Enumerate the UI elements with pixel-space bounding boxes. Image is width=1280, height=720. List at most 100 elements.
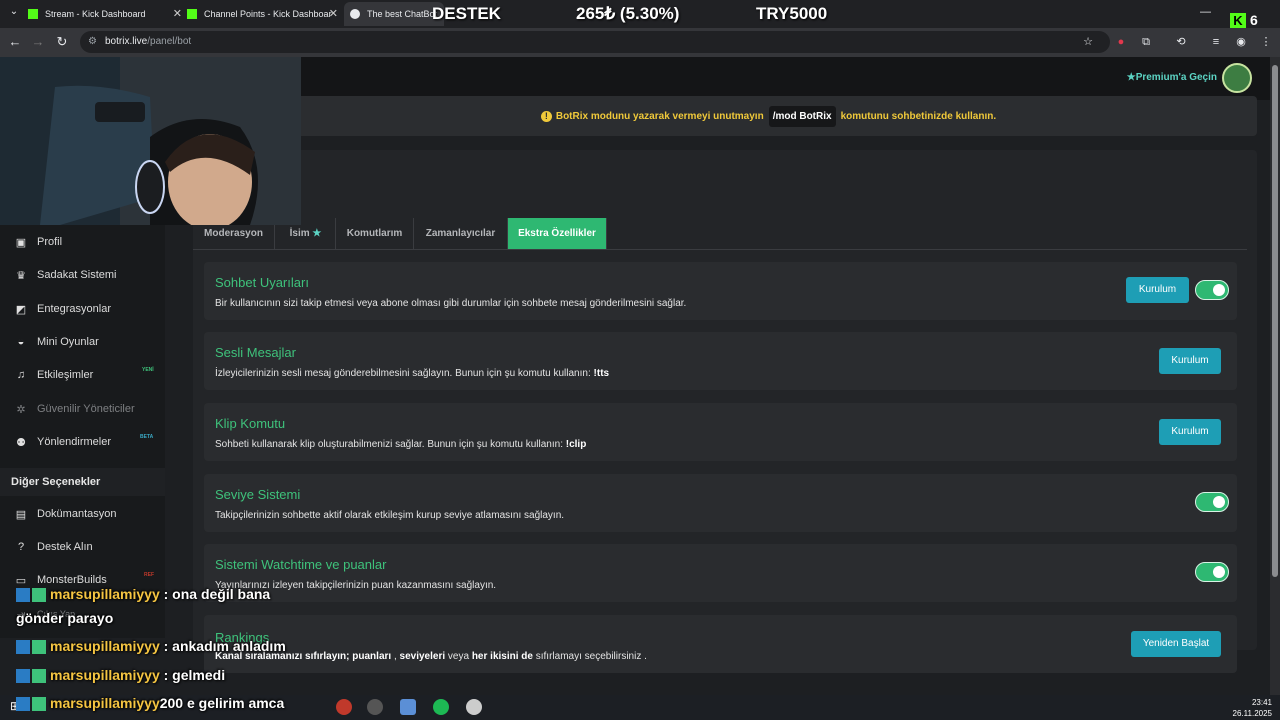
seviye-sistemi-toggle[interactable]	[1195, 492, 1229, 512]
app-ghost-icon[interactable]	[466, 699, 482, 715]
premium-link[interactable]: ★Premium'a Geçin	[1127, 72, 1217, 83]
address-bar: ← → ↻ ⚙ botrix.live/panel/bot ☆ ● ⧉ ⟲ ≡ ◉…	[0, 28, 1280, 57]
chat-text: : ona değil bana	[163, 586, 271, 602]
card-description: Takipçilerinizin sohbette aktif olarak e…	[215, 510, 565, 521]
sidebar-item-label: Dokümantasyon	[37, 508, 117, 520]
toggle-knob	[1213, 566, 1225, 578]
star-icon: ★	[312, 228, 322, 239]
setup-button[interactable]: Kurulum	[1159, 419, 1221, 445]
chat-text: : ankadım anladım	[163, 638, 286, 654]
history-icon[interactable]: ⟲	[1173, 34, 1189, 50]
extensions-puzzle-icon[interactable]: ⧉	[1138, 34, 1154, 50]
page-scrollbar[interactable]	[1270, 57, 1280, 695]
sub-badge-icon	[32, 588, 46, 603]
channel-badge-icon	[16, 640, 30, 655]
donation-banner-goal: TRY5000	[756, 4, 828, 23]
sub-badge-icon	[32, 697, 46, 712]
menu-dots-icon[interactable]: ⋮	[1258, 34, 1274, 50]
kick-favicon-icon	[187, 9, 197, 19]
extension-red-icon[interactable]: ●	[1113, 34, 1129, 50]
id-card-icon: ▣	[15, 236, 27, 249]
card-description-text: İzleyicilerinizin sesli mesaj gönderebil…	[215, 368, 591, 379]
sidebar-item-sadakat[interactable]: ♛ Sadakat Sistemi	[14, 265, 116, 285]
card-title: Sistemi Watchtime ve puanlar	[215, 557, 387, 572]
browser-tab-botrix[interactable]: The best ChatBot	[344, 2, 444, 26]
sidebar-item-entegrasyonlar[interactable]: ◩ Entegrasyonlar	[14, 299, 111, 319]
watchtime-toggle[interactable]	[1195, 562, 1229, 582]
toggle-knob	[1213, 496, 1225, 508]
scrollbar-thumb[interactable]	[1272, 65, 1278, 577]
new-badge: YENİ	[142, 367, 154, 373]
back-arrow-icon[interactable]: ←	[6, 33, 24, 51]
channel-badge-icon	[16, 588, 30, 603]
chat-message-continued: gönder parayo	[16, 610, 114, 626]
browser-tab-channel-points[interactable]: Channel Points - Kick Dashboar ✕	[187, 2, 344, 26]
sidebar-item-destek[interactable]: ? Destek Alın	[14, 537, 93, 557]
browser-tab-stream[interactable]: Stream - Kick Dashboard ✕	[28, 2, 188, 26]
url-path: /panel/bot	[147, 36, 192, 47]
tab-komutlarim[interactable]: Komutlarım	[336, 218, 414, 250]
close-icon[interactable]: ✕	[173, 7, 182, 20]
chat-message: marsupillamiyyy : ankadım anladım	[16, 638, 286, 655]
kick-logo-icon: K	[1230, 13, 1246, 29]
tab-search-chevron-icon[interactable]: ⌄	[6, 6, 22, 22]
app-obs-icon[interactable]	[367, 699, 383, 715]
notice-command: /mod BotRix	[768, 105, 836, 127]
site-info-icon[interactable]: ⚙	[88, 31, 97, 53]
close-icon[interactable]: ✕	[329, 7, 338, 20]
warning-icon: !	[540, 110, 552, 122]
sidebar-item-label: Sadakat Sistemi	[37, 269, 117, 281]
avatar[interactable]	[1222, 63, 1252, 93]
chat-username: marsupillamiyyy	[50, 667, 160, 683]
beta-badge: BETA	[140, 434, 154, 440]
card-sohbet-uyarilari: Sohbet Uyarıları Bir kullanıcının sizi t…	[204, 262, 1237, 320]
sidebar-item-etkilesimler[interactable]: ♫ Etkileşimler	[14, 365, 93, 385]
sidebar-item-mini-oyunlar[interactable]: ◒ Mini Oyunlar	[14, 332, 99, 352]
sidebar-item-label: Etkileşimler	[37, 369, 94, 381]
rankings-text-e: veya	[447, 651, 470, 662]
reading-list-icon[interactable]: ≡	[1208, 34, 1224, 50]
card-title: Sesli Mesajlar	[215, 345, 296, 360]
tab-ekstra-ozellikler[interactable]: Ekstra Özellikler	[508, 218, 607, 250]
minimize-icon[interactable]: —	[1200, 6, 1211, 18]
chat-message: marsupillamiyyy : gelmedi	[16, 667, 225, 684]
music-note-icon: ♫	[16, 369, 26, 381]
sidebar-item-label: Güvenilir Yöneticiler	[37, 403, 135, 415]
spotify-icon[interactable]	[433, 699, 449, 715]
tab-title: Channel Points - Kick Dashboar	[204, 9, 332, 19]
setup-button[interactable]: Kurulum	[1126, 277, 1189, 303]
system-clock: 23:41 26.11.2025	[1233, 697, 1272, 719]
app-notes-icon[interactable]	[400, 699, 416, 715]
chat-message: marsupillamiyyy200 e gelirim amca	[16, 695, 284, 712]
plugin-icon: ◩	[15, 303, 27, 316]
url-host: botrix.live	[105, 36, 148, 47]
sidebar-item-guvenilir[interactable]: ✲ Güvenilir Yöneticiler	[14, 399, 135, 419]
tab-divider	[193, 249, 1247, 250]
setup-button[interactable]: Kurulum	[1159, 348, 1221, 374]
card-seviye-sistemi: Seviye Sistemi Takipçilerinizin sohbette…	[204, 474, 1237, 532]
rankings-text-f: her ikisini de	[471, 651, 533, 662]
reset-button[interactable]: Yeniden Başlat	[1131, 631, 1221, 657]
ref-badge: REF	[144, 572, 154, 578]
forward-arrow-icon[interactable]: →	[29, 33, 47, 51]
clock-time: 23:41	[1251, 698, 1272, 707]
bookmark-star-icon[interactable]: ☆	[1080, 34, 1096, 50]
sidebar-item-label: Destek Alın	[37, 541, 93, 553]
sidebar-item-dokumantasyon[interactable]: ▤ Dokümantasyon	[14, 504, 117, 524]
profile-icon[interactable]: ◉	[1233, 34, 1249, 50]
kick-favicon-icon	[28, 9, 38, 19]
card-description-text: Sohbeti kullanarak klip oluşturabilmeniz…	[215, 439, 563, 450]
channel-badge-icon	[16, 697, 30, 712]
kick-viewer-count: 6	[1250, 12, 1258, 28]
sidebar-item-yonlendirmeler[interactable]: ⚉ Yönlendirmeler	[14, 432, 111, 452]
sidebar-item-profil[interactable]: ▣ Profil	[14, 232, 62, 252]
sidebar: ▣ Profil ♛ Sadakat Sistemi ◩ Entegrasyonlar…	[0, 168, 165, 638]
reload-icon[interactable]: ↻	[53, 33, 71, 51]
app-red-icon[interactable]	[336, 699, 352, 715]
donation-banner-label: DESTEK	[432, 4, 501, 23]
tab-zamanlayicilar[interactable]: Zamanlayıcılar	[414, 218, 508, 250]
sohbet-uyarilari-toggle[interactable]	[1195, 280, 1229, 300]
url-input[interactable]: ⚙ botrix.live/panel/bot	[80, 31, 1110, 53]
mod-notice: ! BotRix modunu yazarak vermeyi unutmayı…	[280, 96, 1257, 136]
card-klip-komutu: Klip Komutu Sohbeti kullanarak klip oluş…	[204, 403, 1237, 461]
